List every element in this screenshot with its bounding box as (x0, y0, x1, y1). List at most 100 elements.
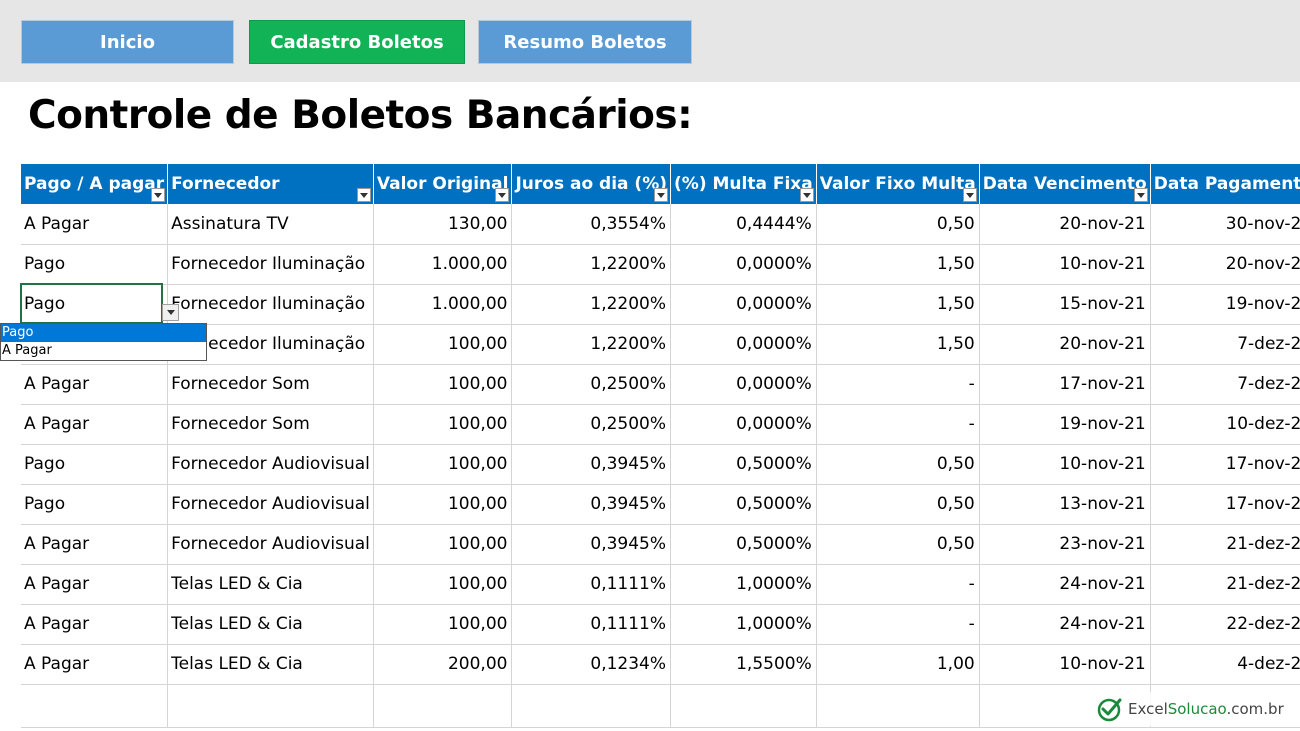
cell-data-vencimento[interactable]: 20-nov-21 (979, 204, 1151, 245)
empty-cell[interactable] (167, 684, 374, 728)
cell-valor-original[interactable]: 100,00 (373, 364, 513, 405)
cell-multa-fixa[interactable]: 1,5500% (670, 644, 817, 685)
cell-multa-fixa[interactable]: 1,0000% (670, 604, 817, 645)
cell-data-vencimento[interactable]: 13-nov-21 (979, 484, 1151, 525)
cell-fornecedor[interactable]: Fornecedor Iluminação (167, 244, 374, 285)
cell-status[interactable]: Pago (21, 244, 169, 285)
cell-data-vencimento[interactable]: 10-nov-21 (979, 644, 1151, 685)
cell-valor-original[interactable]: 100,00 (373, 524, 513, 565)
cell-juros[interactable]: 1,2200% (511, 244, 672, 285)
filter-dropdown-icon[interactable] (962, 188, 977, 202)
cell-juros[interactable]: 1,2200% (511, 284, 672, 325)
cell-data-pagamento[interactable]: 17-nov-21 (1150, 444, 1300, 485)
resumo-boletos-button[interactable]: Resumo Boletos (478, 20, 692, 64)
cell-valor-original[interactable]: 100,00 (373, 444, 513, 485)
cell-valor-original[interactable]: 100,00 (373, 604, 513, 645)
empty-cell[interactable] (670, 684, 817, 728)
inicio-button[interactable]: Inicio (21, 20, 234, 64)
cell-data-vencimento[interactable]: 19-nov-21 (979, 404, 1151, 445)
cell-status[interactable]: A Pagar (21, 564, 169, 605)
cell-multa-fixa[interactable]: 0,0000% (670, 324, 817, 365)
cell-fornecedor[interactable]: Fornecedor Som (167, 404, 374, 445)
cell-valor-original[interactable]: 1.000,00 (373, 284, 513, 325)
cell-juros[interactable]: 0,3945% (511, 444, 672, 485)
cell-data-vencimento[interactable]: 20-nov-21 (979, 324, 1151, 365)
cell-data-pagamento[interactable]: 21-dez-21 (1150, 524, 1300, 565)
cell-valor-fixo-multa[interactable]: 1,50 (816, 244, 980, 285)
cell-status[interactable]: A Pagar (21, 644, 169, 685)
cell-juros[interactable]: 0,3945% (511, 524, 672, 565)
cell-data-pagamento[interactable]: 7-dez-21 (1150, 364, 1300, 405)
cell-juros[interactable]: 0,2500% (511, 364, 672, 405)
cell-valor-fixo-multa[interactable]: 1,50 (816, 324, 980, 365)
cell-data-pagamento[interactable]: 19-nov-21 (1150, 284, 1300, 325)
cell-juros[interactable]: 0,1111% (511, 604, 672, 645)
cell-data-pagamento[interactable]: 22-dez-21 (1150, 604, 1300, 645)
empty-cell[interactable] (511, 684, 672, 728)
cell-data-pagamento[interactable]: 10-dez-21 (1150, 404, 1300, 445)
cell-status[interactable]: Pago (21, 284, 169, 325)
cell-data-vencimento[interactable]: 24-nov-21 (979, 564, 1151, 605)
filter-dropdown-icon[interactable] (799, 188, 814, 202)
cell-valor-fixo-multa[interactable]: 0,50 (816, 444, 980, 485)
cell-data-vencimento[interactable]: 15-nov-21 (979, 284, 1151, 325)
cell-juros[interactable]: 0,2500% (511, 404, 672, 445)
cell-valor-original[interactable]: 100,00 (373, 564, 513, 605)
cell-fornecedor[interactable]: Fornecedor Iluminação (167, 284, 374, 325)
cell-valor-fixo-multa[interactable]: - (816, 604, 980, 645)
filter-dropdown-icon[interactable] (1133, 188, 1148, 202)
cell-fornecedor[interactable]: Telas LED & Cia (167, 644, 374, 685)
cell-status[interactable]: A Pagar (21, 364, 169, 405)
cell-valor-fixo-multa[interactable]: - (816, 404, 980, 445)
cell-valor-fixo-multa[interactable]: 1,50 (816, 284, 980, 325)
cadastro-boletos-button[interactable]: Cadastro Boletos (249, 20, 465, 64)
cell-data-pagamento[interactable]: 21-dez-21 (1150, 564, 1300, 605)
cell-juros[interactable]: 1,2200% (511, 324, 672, 365)
filter-dropdown-icon[interactable] (654, 188, 669, 202)
cell-fornecedor[interactable]: Fornecedor Audiovisual (167, 444, 374, 485)
cell-multa-fixa[interactable]: 0,0000% (670, 364, 817, 405)
cell-juros[interactable]: 0,3945% (511, 484, 672, 525)
cell-fornecedor[interactable]: Telas LED & Cia (167, 564, 374, 605)
cell-fornecedor[interactable]: Fornecedor Audiovisual (167, 484, 374, 525)
cell-dropdown-icon[interactable] (162, 304, 179, 321)
filter-dropdown-icon[interactable] (356, 188, 371, 202)
cell-status[interactable]: Pago (21, 444, 169, 485)
cell-fornecedor[interactable]: Telas LED & Cia (167, 604, 374, 645)
cell-multa-fixa[interactable]: 0,0000% (670, 404, 817, 445)
cell-juros[interactable]: 0,1111% (511, 564, 672, 605)
cell-data-pagamento[interactable]: 20-nov-21 (1150, 244, 1300, 285)
cell-fornecedor[interactable]: Fornecedor Audiovisual (167, 524, 374, 565)
cell-multa-fixa[interactable]: 0,0000% (670, 244, 817, 285)
cell-data-pagamento[interactable]: 4-dez-21 (1150, 644, 1300, 685)
cell-status[interactable]: A Pagar (21, 604, 169, 645)
filter-dropdown-icon[interactable] (151, 188, 166, 202)
cell-valor-original[interactable]: 100,00 (373, 404, 513, 445)
cell-data-vencimento[interactable]: 24-nov-21 (979, 604, 1151, 645)
cell-data-pagamento[interactable]: 7-dez-21 (1150, 324, 1300, 365)
cell-data-vencimento[interactable]: 23-nov-21 (979, 524, 1151, 565)
cell-status[interactable]: A Pagar (21, 404, 169, 445)
cell-valor-fixo-multa[interactable]: - (816, 364, 980, 405)
cell-status[interactable]: A Pagar (21, 204, 169, 245)
dropdown-option-pago[interactable]: Pago (1, 324, 206, 342)
empty-cell[interactable] (816, 684, 980, 728)
cell-multa-fixa[interactable]: 0,4444% (670, 204, 817, 245)
cell-valor-fixo-multa[interactable]: - (816, 564, 980, 605)
empty-cell[interactable] (373, 684, 513, 728)
cell-valor-original[interactable]: 130,00 (373, 204, 513, 245)
cell-multa-fixa[interactable]: 0,0000% (670, 284, 817, 325)
cell-multa-fixa[interactable]: 1,0000% (670, 564, 817, 605)
cell-data-vencimento[interactable]: 10-nov-21 (979, 444, 1151, 485)
cell-status[interactable]: A Pagar (21, 524, 169, 565)
cell-valor-original[interactable]: 100,00 (373, 324, 513, 365)
cell-juros[interactable]: 0,1234% (511, 644, 672, 685)
cell-multa-fixa[interactable]: 0,5000% (670, 484, 817, 525)
cell-data-vencimento[interactable]: 17-nov-21 (979, 364, 1151, 405)
cell-fornecedor[interactable]: Assinatura TV (167, 204, 374, 245)
cell-data-pagamento[interactable]: 17-nov-21 (1150, 484, 1300, 525)
cell-multa-fixa[interactable]: 0,5000% (670, 444, 817, 485)
cell-data-pagamento[interactable]: 30-nov-21 (1150, 204, 1300, 245)
cell-valor-original[interactable]: 1.000,00 (373, 244, 513, 285)
dropdown-option-a-pagar[interactable]: A Pagar (1, 342, 206, 360)
